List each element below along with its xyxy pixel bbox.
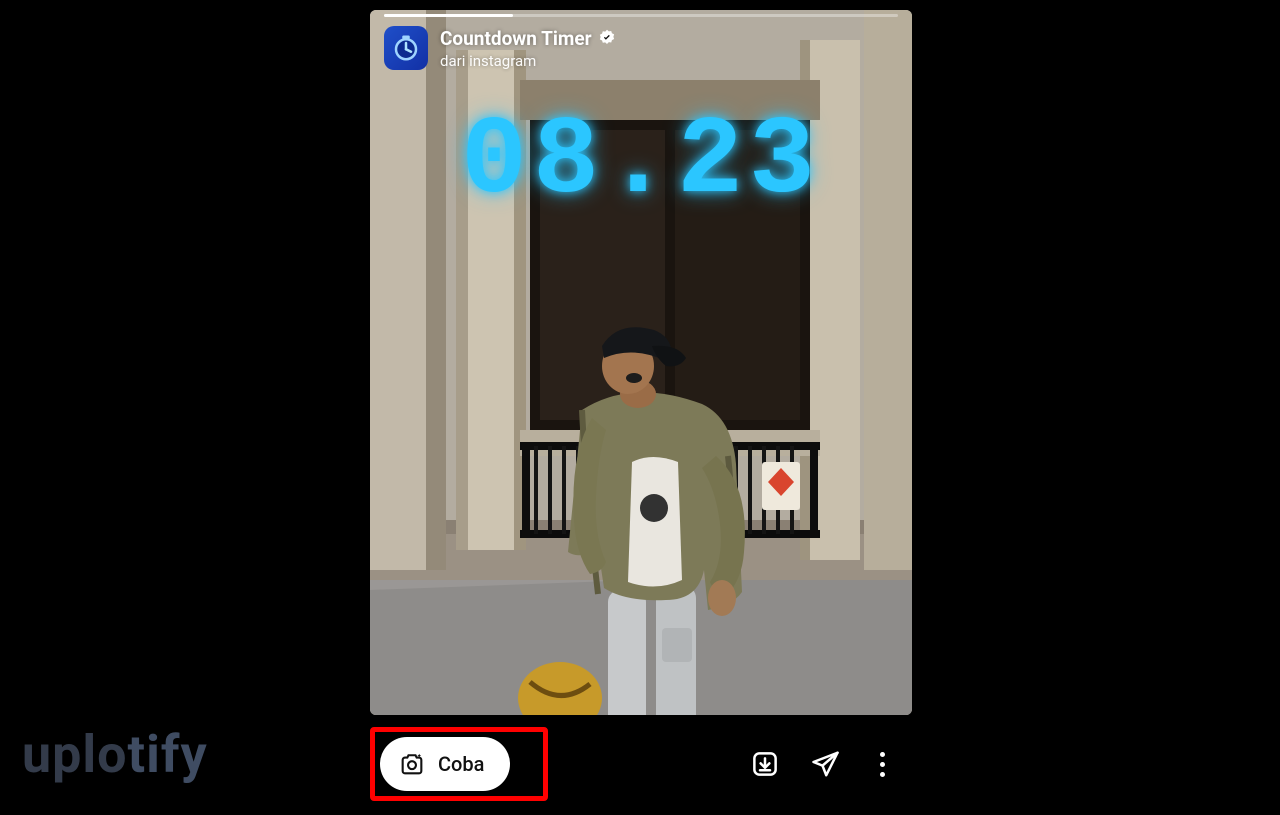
story-viewport: Countdown Timer dari instagram 08.23 Cob…	[370, 10, 912, 805]
try-effect-label: Coba	[438, 752, 484, 776]
story-actions-row: Coba	[370, 715, 912, 805]
story-progress-bar	[384, 14, 898, 17]
more-options-button[interactable]	[870, 749, 894, 779]
dot-icon	[880, 762, 885, 767]
effect-app-icon	[384, 26, 428, 70]
save-effect-button[interactable]	[750, 749, 780, 779]
story-frame[interactable]: Countdown Timer dari instagram 08.23	[370, 10, 912, 715]
dot-icon	[880, 772, 885, 777]
story-progress-fill	[384, 14, 513, 17]
watermark-part1: uplo	[22, 724, 128, 785]
try-effect-button[interactable]: Coba	[380, 737, 510, 791]
effect-name: Countdown Timer	[440, 27, 592, 50]
dot-icon	[880, 752, 885, 757]
share-button[interactable]	[810, 749, 840, 779]
effect-subtitle: dari instagram	[440, 52, 616, 70]
watermark-part2: tify	[128, 724, 208, 785]
camera-sparkle-icon	[398, 750, 426, 778]
countdown-timer-overlay: 08.23	[370, 100, 912, 225]
verified-badge-icon	[598, 29, 616, 47]
effect-header[interactable]: Countdown Timer dari instagram	[384, 26, 616, 70]
watermark-logo: uplotify	[22, 724, 208, 785]
